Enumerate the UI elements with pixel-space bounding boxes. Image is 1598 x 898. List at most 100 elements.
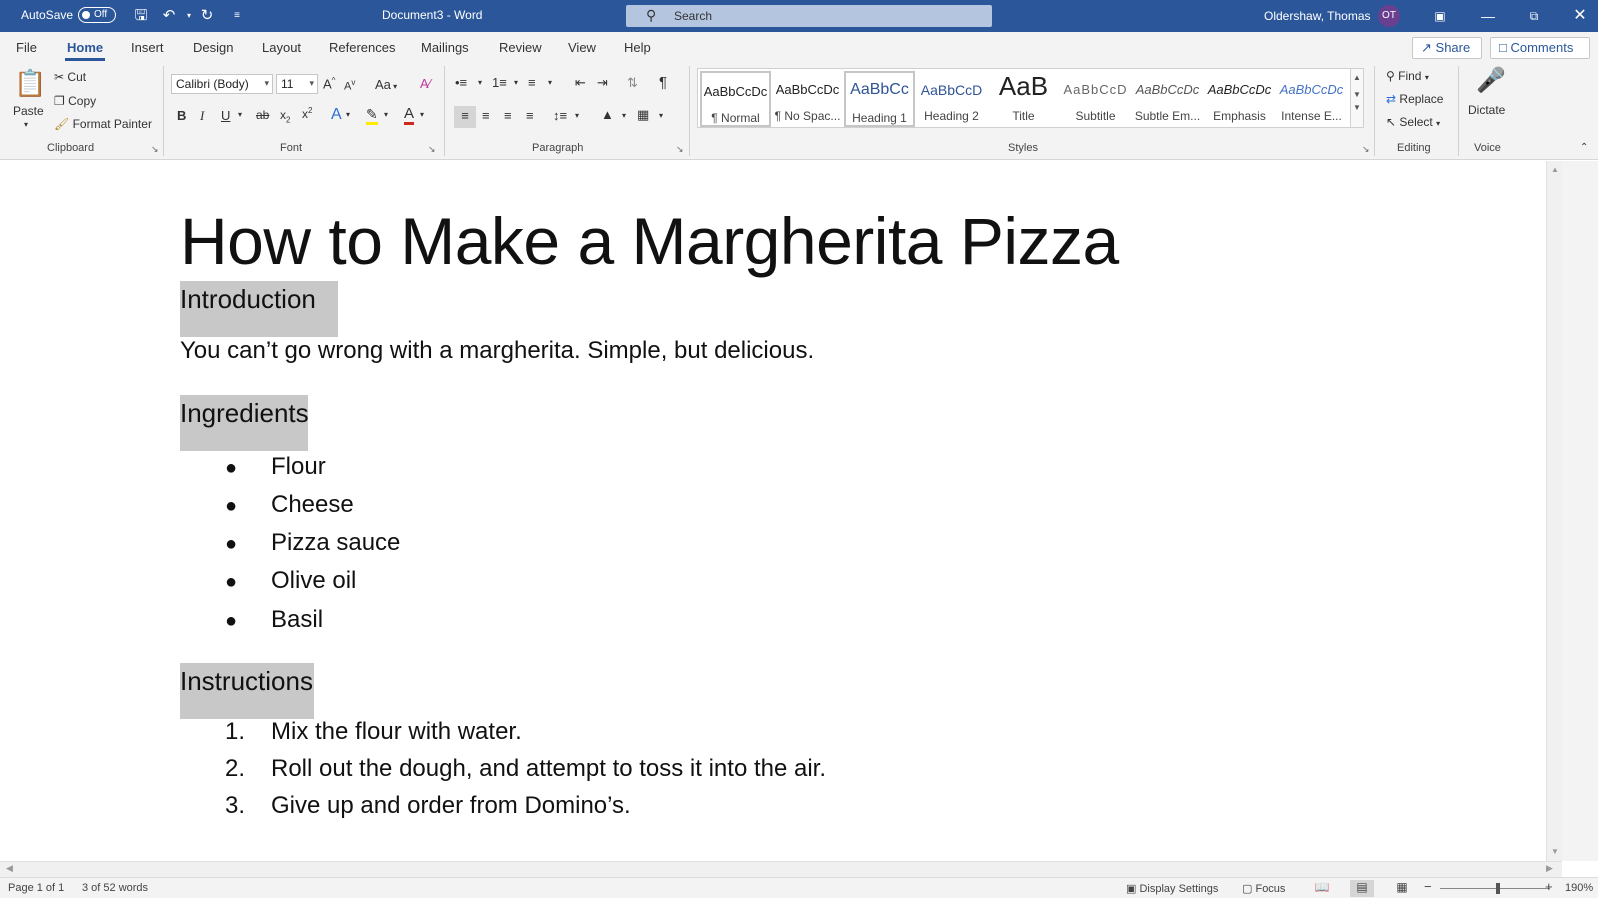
format-painter-button[interactable]: 🖌 Format Painter	[54, 117, 152, 131]
font-name-dropdown[interactable]: Calibri (Body) ▾	[171, 74, 273, 94]
ribbon-display-options-icon[interactable]: ▣	[1428, 4, 1452, 28]
underline-icon[interactable]: U	[221, 108, 230, 123]
style-subtitle[interactable]: AaBbCcD Subtitle	[1060, 71, 1131, 127]
align-left-icon[interactable]: ≡	[454, 106, 476, 128]
autosave-toggle[interactable]: Off	[78, 7, 116, 23]
font-launcher-icon[interactable]: ↘	[428, 144, 436, 155]
scroll-left-icon[interactable]: ◀	[6, 863, 13, 874]
tab-file[interactable]: File	[16, 40, 37, 55]
paste-button[interactable]: Paste	[13, 104, 44, 118]
multilevel-dropdown-icon[interactable]: ▾	[548, 78, 552, 87]
list-item[interactable]: Pizza sauce	[271, 529, 400, 557]
numbering-icon[interactable]: 1≡	[492, 75, 507, 90]
style-heading-1[interactable]: AaBbCc Heading 1	[844, 71, 915, 127]
undo-icon[interactable]: ↶	[158, 5, 180, 27]
scroll-up-icon[interactable]: ▲	[1551, 165, 1559, 174]
document-canvas[interactable]: How to Make a Margherita Pizza Introduct…	[0, 161, 1546, 861]
cut-button[interactable]: ✂ Cut	[54, 70, 86, 84]
tab-design[interactable]: Design	[193, 40, 233, 55]
line-spacing-icon[interactable]: ↕≡	[553, 108, 567, 123]
list-item[interactable]: Basil	[271, 606, 323, 634]
sort-icon[interactable]: ⇅	[627, 75, 638, 91]
shrink-font-icon[interactable]: Av	[344, 78, 355, 93]
list-item[interactable]: Olive oil	[271, 567, 356, 595]
tab-mailings[interactable]: Mailings	[421, 40, 469, 55]
style-emphasis[interactable]: AaBbCcDc Emphasis	[1204, 71, 1275, 127]
list-item[interactable]: Cheese	[271, 491, 354, 519]
redo-icon[interactable]: ↻	[196, 5, 218, 27]
focus-button[interactable]: ▢ Focus	[1242, 882, 1285, 895]
page-count[interactable]: Page 1 of 1	[8, 882, 64, 894]
list-item[interactable]: Mix the flour with water.	[271, 718, 522, 746]
copy-button[interactable]: ❐ Copy	[54, 94, 96, 108]
bullets-dropdown-icon[interactable]: ▾	[478, 78, 482, 87]
highlight-icon[interactable]: ✎	[366, 106, 378, 125]
clear-formatting-icon[interactable]: A∕	[420, 76, 431, 91]
paragraph-launcher-icon[interactable]: ↘	[676, 144, 684, 155]
document-title-text[interactable]: How to Make a Margherita Pizza	[180, 203, 1119, 279]
superscript-icon[interactable]: x2	[302, 106, 312, 121]
tab-references[interactable]: References	[329, 40, 395, 55]
shading-icon[interactable]: ▲	[601, 107, 614, 122]
styles-launcher-icon[interactable]: ↘	[1362, 144, 1370, 155]
vertical-scrollbar[interactable]: ▲ ▼	[1546, 161, 1562, 861]
style-normal[interactable]: AaBbCcDc ¶ Normal	[700, 71, 771, 127]
zoom-out-icon[interactable]: −	[1424, 879, 1432, 894]
chevron-up-icon[interactable]: ▲	[1351, 73, 1363, 82]
align-center-icon[interactable]: ≡	[482, 108, 490, 123]
text-effects-icon[interactable]: A	[331, 106, 342, 124]
share-button[interactable]: ↗ Share	[1412, 37, 1482, 59]
style-title[interactable]: AaB Title	[988, 71, 1059, 127]
numbering-dropdown-icon[interactable]: ▾	[514, 78, 518, 87]
font-color-dropdown-icon[interactable]: ▾	[420, 110, 424, 119]
chevron-down-icon[interactable]: ▼	[1351, 90, 1363, 99]
highlight-dropdown-icon[interactable]: ▾	[384, 110, 388, 119]
tab-review[interactable]: Review	[499, 40, 542, 55]
microphone-icon[interactable]: 🎤	[1476, 66, 1506, 95]
paste-icon[interactable]: 📋	[14, 68, 46, 99]
user-name[interactable]: Oldershaw, Thomas	[1264, 9, 1371, 23]
list-item[interactable]: Give up and order from Domino’s.	[271, 792, 631, 820]
style-subtle-emphasis[interactable]: AaBbCcDc Subtle Em...	[1132, 71, 1203, 127]
select-button[interactable]: ↖ Select ▾	[1386, 115, 1440, 129]
multilevel-list-icon[interactable]: ≡	[528, 75, 536, 90]
customize-toolbar-icon[interactable]: ≡	[226, 5, 248, 27]
introduction-heading[interactable]: Introduction	[180, 281, 338, 337]
comments-button[interactable]: □ Comments	[1490, 37, 1590, 59]
clipboard-launcher-icon[interactable]: ↘	[151, 144, 159, 155]
tab-view[interactable]: View	[568, 40, 596, 55]
change-case-button[interactable]: Aa ▾	[375, 77, 397, 92]
style-heading-2[interactable]: AaBbCcD Heading 2	[916, 71, 987, 127]
borders-dropdown-icon[interactable]: ▾	[659, 111, 663, 120]
display-settings-button[interactable]: ▣ Display Settings	[1126, 882, 1218, 895]
tab-layout[interactable]: Layout	[262, 40, 301, 55]
bullets-icon[interactable]: •≡	[455, 75, 467, 90]
list-item[interactable]: Flour	[271, 453, 326, 481]
line-spacing-dropdown-icon[interactable]: ▾	[575, 111, 579, 120]
italic-icon[interactable]: I	[200, 108, 204, 124]
bold-icon[interactable]: B	[177, 108, 186, 123]
style-no-spacing[interactable]: AaBbCcDc ¶ No Spac...	[772, 71, 843, 127]
decrease-indent-icon[interactable]: ⇤	[575, 75, 586, 91]
avatar[interactable]: OT	[1378, 5, 1400, 27]
underline-dropdown-icon[interactable]: ▾	[238, 110, 242, 119]
print-layout-icon[interactable]: ▤	[1350, 880, 1374, 897]
zoom-slider-handle[interactable]	[1496, 883, 1500, 894]
web-layout-icon[interactable]: ▦	[1390, 880, 1414, 897]
save-icon[interactable]: 🖫	[130, 5, 152, 27]
font-size-dropdown[interactable]: 11 ▾	[276, 74, 318, 94]
subscript-icon[interactable]: x2	[280, 108, 290, 124]
paste-dropdown-icon[interactable]: ▾	[24, 120, 28, 129]
align-right-icon[interactable]: ≡	[504, 108, 512, 123]
grow-font-icon[interactable]: A^	[323, 76, 335, 91]
read-mode-icon[interactable]: 📖	[1310, 880, 1334, 897]
zoom-in-icon[interactable]: +	[1545, 879, 1553, 894]
shading-dropdown-icon[interactable]: ▾	[622, 111, 626, 120]
strikethrough-icon[interactable]: ab	[256, 108, 269, 122]
tab-help[interactable]: Help	[624, 40, 651, 55]
tab-insert[interactable]: Insert	[131, 40, 164, 55]
close-icon[interactable]: ✕	[1568, 4, 1592, 28]
borders-icon[interactable]: ▦	[637, 107, 649, 123]
minimize-icon[interactable]: —	[1476, 4, 1500, 28]
styles-gallery-scroll[interactable]: ▲ ▼ ▼	[1350, 68, 1364, 128]
